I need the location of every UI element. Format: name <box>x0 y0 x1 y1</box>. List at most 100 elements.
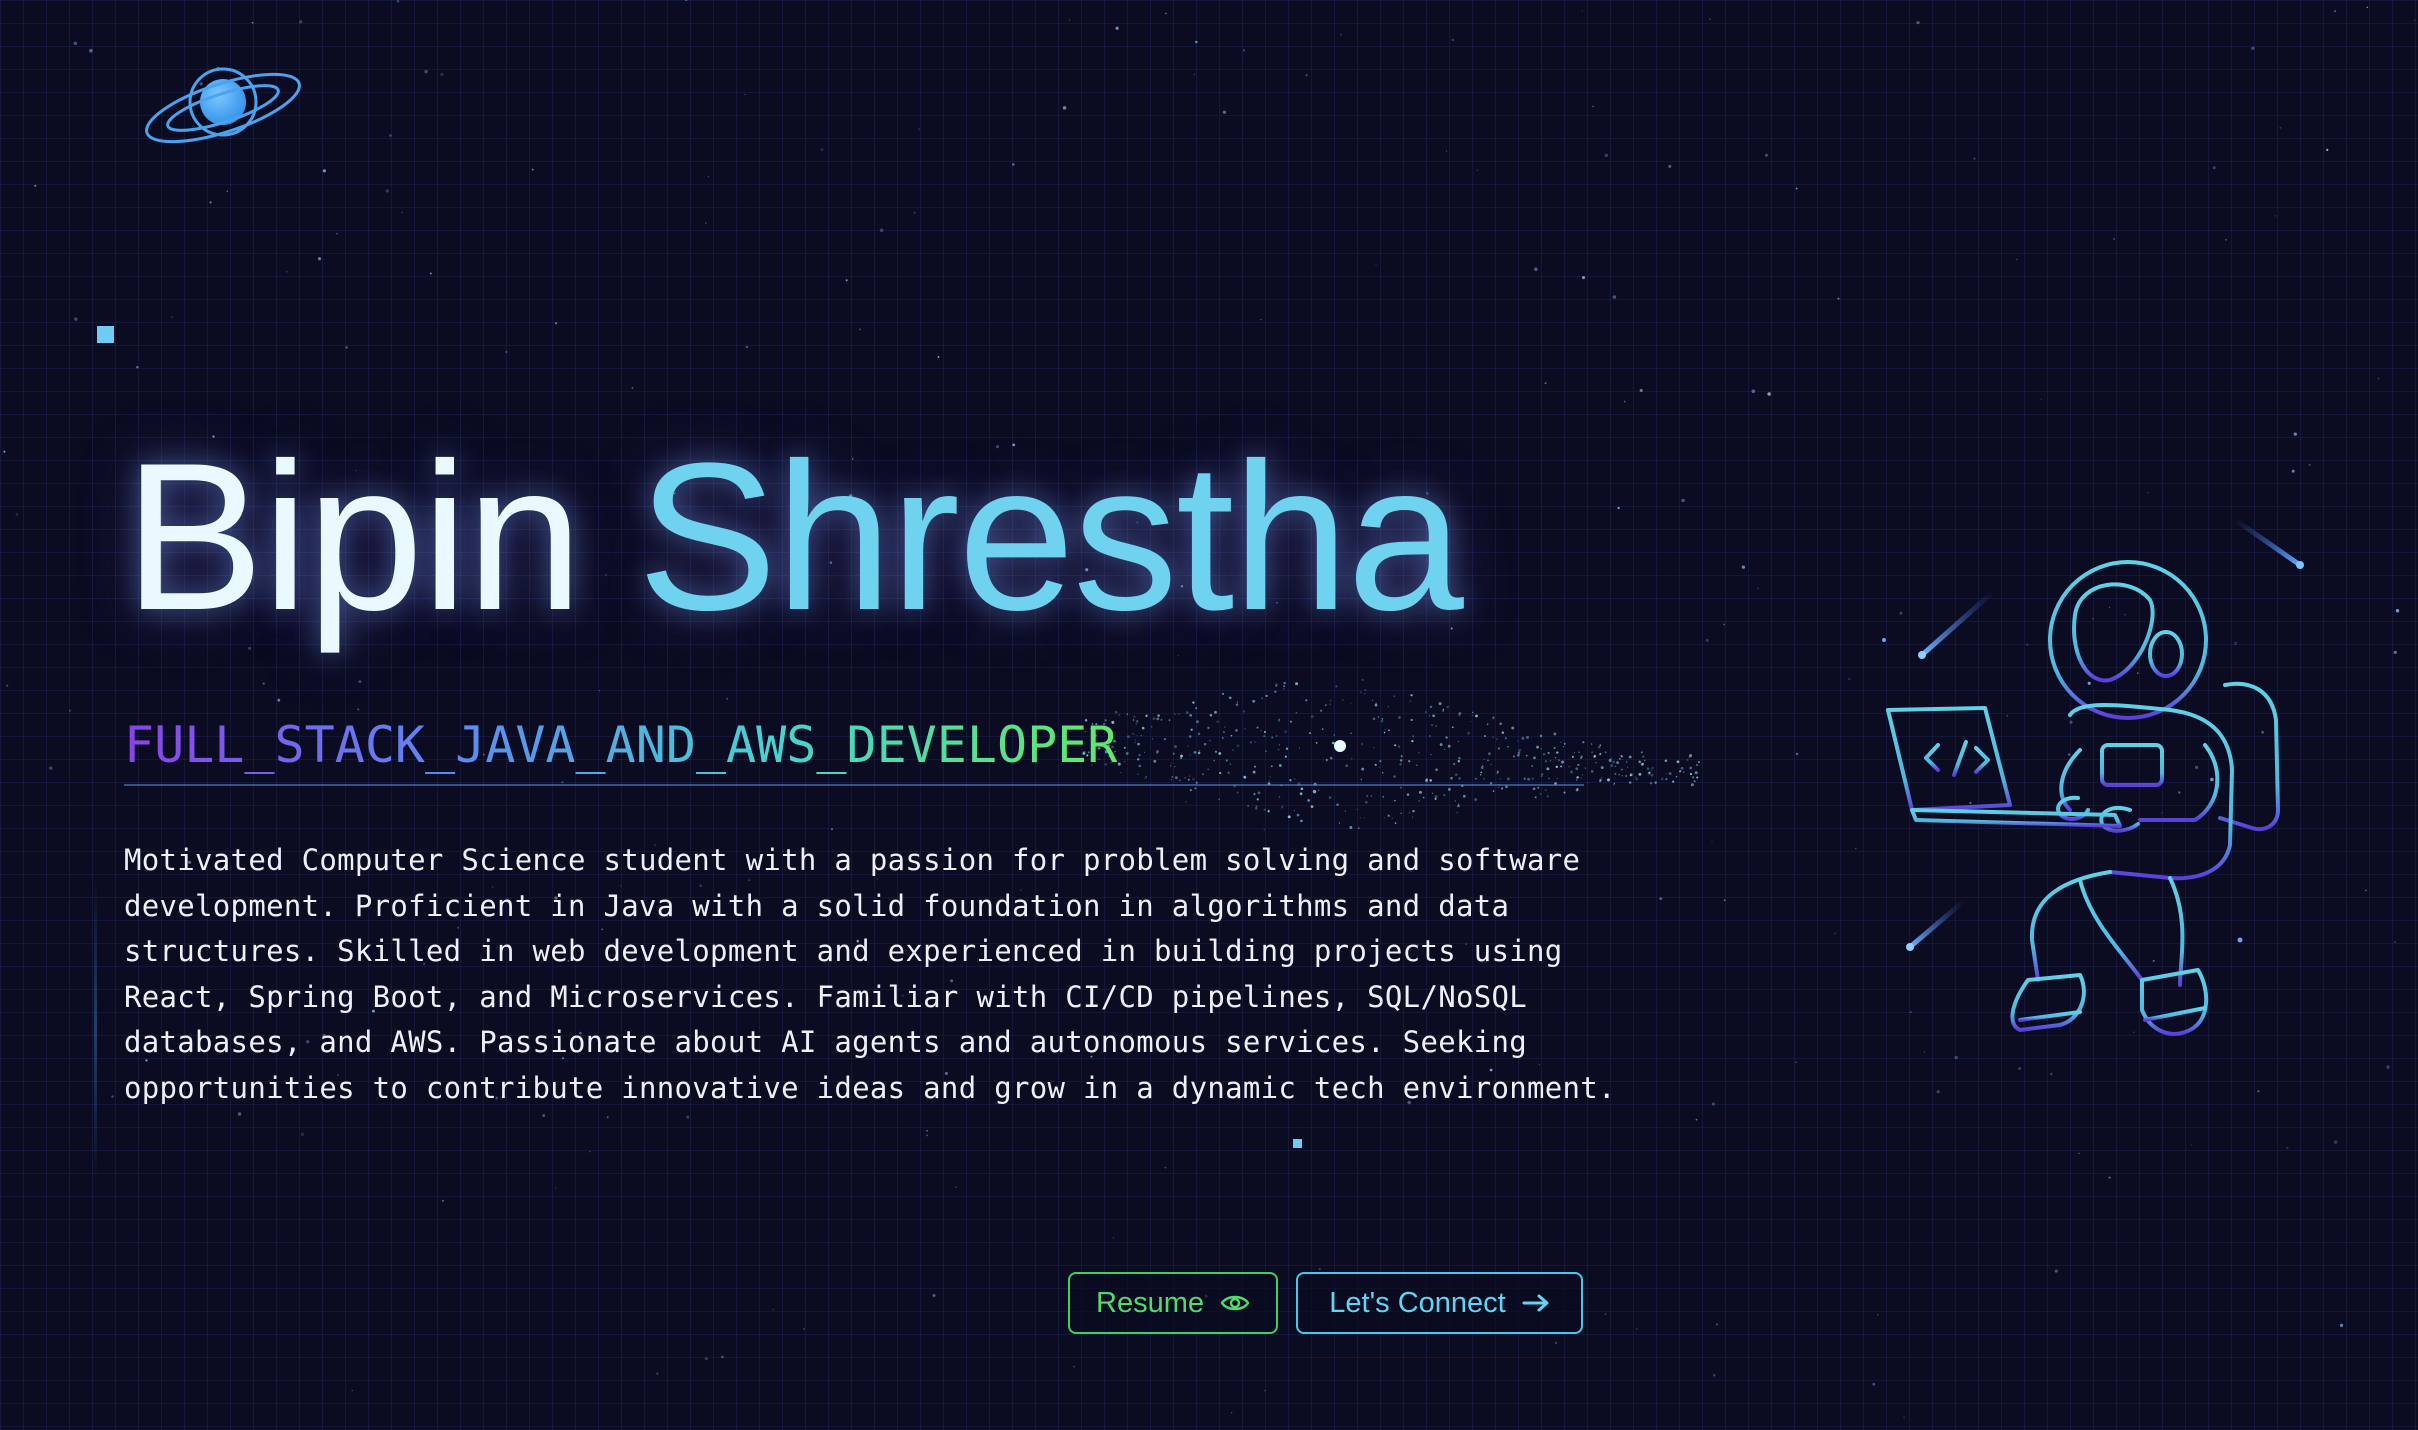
dust-particle <box>1640 751 1643 754</box>
dust-particle <box>1693 780 1696 783</box>
dust-particle <box>1534 796 1537 799</box>
planet-icon <box>145 67 301 144</box>
star <box>2040 398 2042 400</box>
dust-particle <box>1664 759 1668 763</box>
star <box>299 20 303 24</box>
star <box>262 682 265 685</box>
dust-particle <box>1601 776 1603 779</box>
dust-particle <box>1419 790 1422 794</box>
dust-particle <box>1563 791 1566 794</box>
dust-particle <box>1328 796 1332 799</box>
dust-particle <box>1359 817 1361 819</box>
star <box>1795 752 1799 756</box>
dust-particle <box>1418 800 1420 802</box>
star <box>1668 164 1672 168</box>
dust-particle <box>1584 767 1586 769</box>
dust-particle <box>1374 703 1378 707</box>
star <box>1068 19 1071 21</box>
dust-particle <box>1638 760 1641 764</box>
dust-particle <box>1689 754 1692 758</box>
star <box>1604 1313 1607 1315</box>
dust-particle <box>1338 822 1341 824</box>
dust-particle <box>1647 771 1651 775</box>
dust-particle <box>1442 708 1445 711</box>
dust-particle <box>1255 805 1258 808</box>
star <box>1242 49 1245 52</box>
star <box>2050 1072 2053 1076</box>
dust-particle <box>1257 791 1261 795</box>
star <box>2190 1144 2193 1146</box>
star <box>2286 1146 2289 1149</box>
dust-particle <box>1590 769 1594 773</box>
star <box>237 1112 242 1116</box>
dust-particle <box>1620 755 1623 758</box>
star <box>1872 1382 1876 1386</box>
star <box>686 1115 690 1119</box>
resume-button[interactable]: Resume <box>1068 1272 1278 1334</box>
dust-particle <box>1642 755 1645 758</box>
role-subtitle: FULL_STACK_JAVA_AND_AWS_DEVELOPER <box>124 716 1118 774</box>
dust-particle <box>1431 792 1434 794</box>
star <box>440 72 444 77</box>
dust-particle <box>1443 794 1446 797</box>
star <box>1723 623 1726 626</box>
dust-particle <box>1621 775 1624 777</box>
star <box>1855 847 1857 850</box>
star <box>1305 74 1308 77</box>
star <box>1318 1268 1321 1271</box>
star <box>913 211 916 214</box>
star <box>1764 153 1769 157</box>
star <box>1681 498 1685 503</box>
star <box>1062 106 1067 110</box>
role-subtitle-underline: FULL_STACK_JAVA_AND_AWS_DEVELOPER <box>124 712 1584 786</box>
star <box>317 257 322 261</box>
dust-particle <box>1619 758 1621 760</box>
dust-particle <box>1462 794 1466 798</box>
star <box>1115 26 1119 30</box>
star <box>2377 377 2380 380</box>
star <box>2293 432 2297 436</box>
decor-square <box>97 326 114 343</box>
dust-particle <box>1539 793 1542 795</box>
dust-particle <box>1429 705 1433 709</box>
dust-particle <box>1651 766 1654 770</box>
lets-connect-button[interactable]: Let's Connect <box>1296 1272 1583 1334</box>
star <box>2251 46 2255 50</box>
dust-particle <box>1665 778 1668 781</box>
star <box>1555 1342 1557 1344</box>
dust-particle <box>1628 755 1632 759</box>
star <box>2108 1176 2111 1179</box>
star <box>1711 841 1713 843</box>
dust-particle <box>1434 797 1437 800</box>
star <box>631 386 634 389</box>
logo-planet-icon[interactable] <box>138 52 308 162</box>
star <box>1639 388 1643 393</box>
star <box>2365 889 2367 892</box>
dust-particle <box>1228 696 1232 700</box>
dust-particle <box>1689 766 1693 770</box>
star <box>772 1308 774 1311</box>
dust-particle <box>1267 809 1270 812</box>
dust-particle <box>1630 774 1632 776</box>
resume-button-label: Resume <box>1096 1286 1204 1319</box>
dust-particle <box>1638 772 1642 776</box>
dust-particle <box>1447 787 1451 791</box>
star <box>2274 214 2277 217</box>
dust-particle <box>1698 761 1700 763</box>
dust-particle <box>1676 760 1680 764</box>
dust-particle <box>1394 822 1397 824</box>
dust-particle <box>1361 678 1364 681</box>
star <box>1544 382 1547 385</box>
star <box>1344 810 1347 812</box>
star <box>385 189 389 193</box>
dust-particle <box>1544 788 1547 792</box>
hero-last-name: Shrestha <box>637 419 1464 654</box>
dust-particle <box>1194 787 1197 790</box>
dust-particle <box>1391 817 1393 819</box>
star <box>704 1357 708 1361</box>
dust-particle <box>1302 697 1304 699</box>
star <box>2413 19 2416 21</box>
star <box>2257 1090 2260 1093</box>
dust-particle <box>1665 772 1667 774</box>
dust-particle <box>1629 773 1633 777</box>
